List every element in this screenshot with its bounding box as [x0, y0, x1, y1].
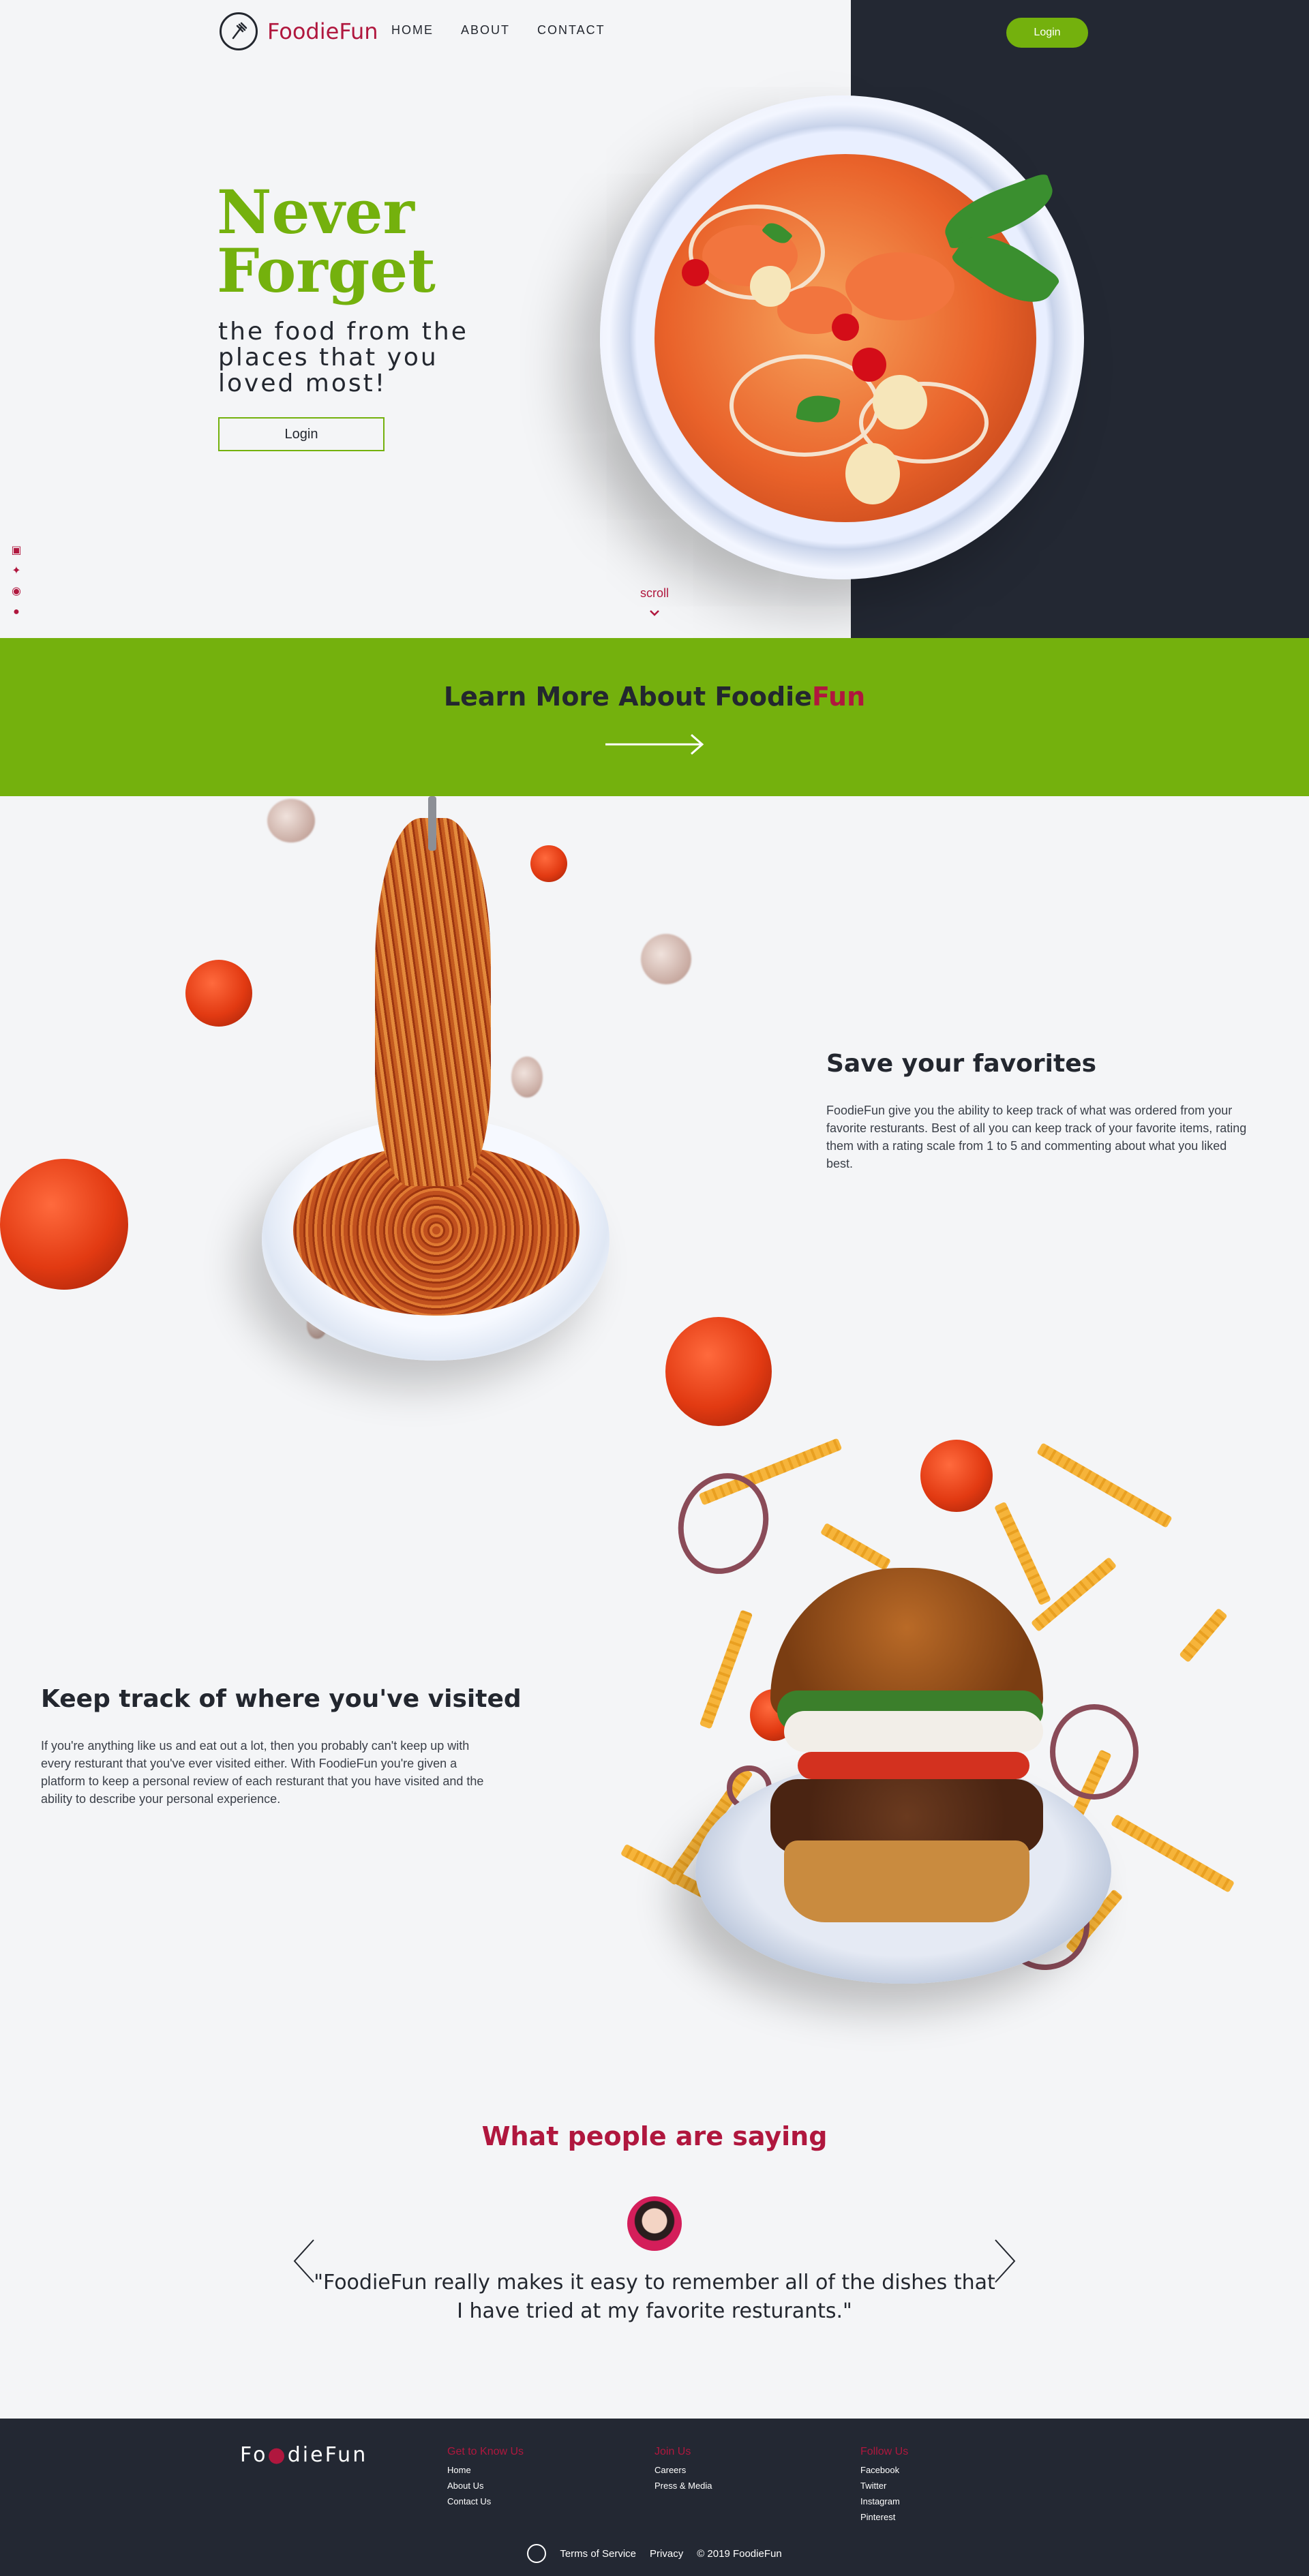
chevron-right-icon[interactable] [991, 2239, 1019, 2284]
onion-ring-image [1050, 1704, 1139, 1800]
facebook-icon[interactable]: ▣ [11, 545, 22, 556]
footer-heading: Follow Us [860, 2446, 909, 2457]
footer-brand-right: dieFun [287, 2443, 368, 2467]
footer-link-instagram[interactable]: Instagram [860, 2494, 908, 2509]
fry-image [819, 1522, 892, 1571]
main-nav: HOME ABOUT CONTACT [391, 23, 605, 37]
social-links: ▣ ✦ ◉ ● [11, 545, 22, 618]
footer-link-twitter[interactable]: Twitter [860, 2478, 908, 2494]
fry-image [699, 1609, 753, 1729]
tomato-slice-image [798, 1752, 1029, 1779]
chili-shape [832, 314, 859, 341]
feature-visited-body: If you're anything like us and eat out a… [41, 1739, 484, 1806]
learn-more-title[interactable]: Learn More About FoodieFun [0, 682, 1309, 712]
fork-logo-icon [527, 2544, 547, 2563]
fork-image [428, 796, 436, 851]
chili-shape [682, 259, 709, 286]
instagram-icon[interactable]: ◉ [11, 586, 22, 597]
footer-bottom-bar: Terms of Service Privacy © 2019 FoodieFu… [0, 2544, 1309, 2563]
learn-more-title-main: Learn More About Foodie [443, 682, 812, 712]
footer-brand-dot: ● [267, 2443, 288, 2467]
egg-shape [750, 266, 791, 307]
tomato-image [0, 1159, 128, 1290]
egg-shape [845, 443, 900, 504]
footer-column-know-us: Get to Know Us Home About Us Contact Us [447, 2446, 524, 2509]
garlic-image [511, 1057, 543, 1097]
garlic-image [641, 934, 691, 984]
footer-link-press[interactable]: Press & Media [654, 2478, 712, 2494]
fry-image [1036, 1442, 1173, 1528]
terms-link[interactable]: Terms of Service [560, 2548, 636, 2560]
tomato-image [665, 1317, 772, 1426]
hero-title: Never Forget [217, 182, 436, 301]
egg-shape [873, 375, 927, 429]
footer-link-contact[interactable]: Contact Us [447, 2494, 524, 2509]
footer-link-about[interactable]: About Us [447, 2478, 524, 2494]
scroll-label[interactable]: scroll [634, 586, 675, 601]
fry-image [1179, 1607, 1228, 1663]
garlic-image [267, 799, 315, 843]
sauce-image [784, 1711, 1043, 1752]
footer-heading: Join Us [654, 2446, 691, 2457]
arrow-right-icon[interactable] [604, 732, 705, 757]
footer-link-facebook[interactable]: Facebook [860, 2462, 908, 2478]
footer-link-careers[interactable]: Careers [654, 2462, 712, 2478]
fry-image [1110, 1814, 1235, 1893]
pinterest-icon[interactable]: ● [11, 607, 22, 618]
twitter-icon[interactable]: ✦ [11, 566, 22, 577]
shrimp-shape [845, 252, 954, 320]
brand-logo[interactable]: FoodieFun [220, 12, 378, 50]
nav-home[interactable]: HOME [391, 23, 434, 37]
chili-shape [852, 348, 886, 382]
tomato-image [530, 845, 567, 882]
brand-name: FoodieFun [267, 18, 378, 44]
fry-image [994, 1501, 1051, 1606]
footer-column-follow-us: Follow Us Facebook Twitter Instagram Pin… [860, 2446, 908, 2525]
fork-logo-icon [220, 12, 258, 50]
feature-favorites-title: Save your favorites [826, 1050, 1097, 1078]
footer-column-join-us: Join Us Careers Press & Media [654, 2446, 712, 2494]
chevron-down-icon[interactable] [648, 607, 661, 619]
hero-login-button[interactable]: Login [218, 417, 385, 451]
copyright-text: © 2019 FoodieFun [697, 2547, 782, 2560]
footer-heading: Get to Know Us [447, 2446, 524, 2457]
footer-brand[interactable]: Fo●dieFun [240, 2443, 367, 2467]
testimonial-quote: "FoodieFun really makes it easy to remem… [314, 2271, 995, 2323]
footer-link-pinterest[interactable]: Pinterest [860, 2509, 908, 2525]
feature-visited-title: Keep track of where you've visited [41, 1685, 522, 1713]
feature-favorites-body: FoodieFun give you the ability to keep t… [826, 1104, 1247, 1170]
spaghetti-fork-image [375, 818, 491, 1186]
nav-contact[interactable]: CONTACT [537, 23, 605, 37]
privacy-link[interactable]: Privacy [650, 2548, 683, 2560]
testimonial-avatar [627, 2196, 682, 2251]
footer-brand-left: Fo [240, 2443, 268, 2467]
burger-bun-bottom-image [784, 1840, 1029, 1922]
tomato-image [185, 960, 252, 1027]
learn-more-title-accent: Fun [811, 682, 866, 712]
header-login-button[interactable]: Login [1006, 18, 1088, 48]
hero-title-line2: Forget [217, 235, 436, 306]
nav-about[interactable]: ABOUT [461, 23, 510, 37]
hero-subtitle: the food from the places that you loved … [218, 318, 468, 397]
testimonials-title: What people are saying [481, 2121, 828, 2151]
footer-link-home[interactable]: Home [447, 2462, 524, 2478]
hero-section: FoodieFun HOME ABOUT CONTACT Login Never… [0, 0, 1309, 638]
learn-more-band [0, 638, 1309, 796]
tomato-image [920, 1440, 993, 1512]
